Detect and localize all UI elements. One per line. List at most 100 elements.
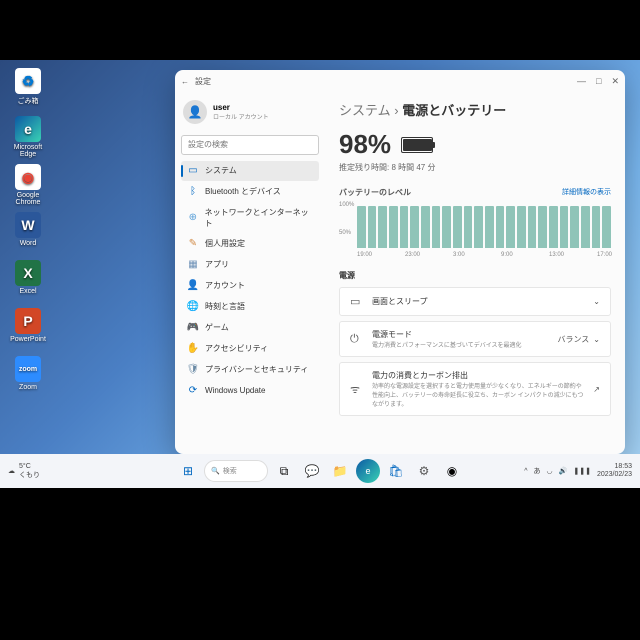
x-label: 9:00 [501, 252, 513, 258]
avatar-icon: 👤 [183, 100, 207, 124]
y-label-50: 50% [339, 230, 351, 236]
nav-label: アカウント [205, 280, 245, 291]
battery-percent: 98% [339, 129, 391, 160]
system-tray[interactable]: ^ あ ◡ 🔊 ❚❚❚ 18:53 2023/02/23 [524, 463, 632, 478]
nav-icon: ✎ [187, 238, 199, 250]
nav-item[interactable]: ✎個人用設定 [181, 234, 319, 254]
battery-estimate: 推定残り時間: 8 時間 47 分 [339, 162, 611, 173]
breadcrumb: システム › 電源とバッテリー [339, 100, 611, 119]
nav-icon: 👤 [187, 280, 199, 292]
y-label-100: 100% [339, 202, 354, 208]
user-type: ローカル アカウント [213, 112, 269, 121]
nav-item[interactable]: 🌐時刻と言語 [181, 297, 319, 317]
battery-status: 98% [339, 129, 611, 160]
desktop-icon[interactable]: WWord [8, 212, 48, 247]
nav-item[interactable]: ⊕ネットワークとインターネット [181, 203, 319, 233]
chart-bar [506, 206, 515, 248]
chrome-taskbar-icon[interactable]: ◉ [440, 459, 464, 483]
icon-label: Zoom [8, 384, 48, 391]
user-account[interactable]: 👤 user ローカル アカウント [181, 96, 319, 128]
nav-label: アプリ [205, 259, 229, 270]
chart-bar [517, 206, 526, 248]
chart-bar [378, 206, 387, 248]
window-title: 設定 [195, 76, 211, 87]
settings-card[interactable]: ▭画面とスリープ⌄ [339, 287, 611, 316]
taskbar-search[interactable]: 🔍検索 [204, 460, 268, 482]
nav-icon: 🛡 [187, 364, 199, 376]
card-title: 電源モード [372, 329, 549, 340]
nav-item[interactable]: ▭ システム [181, 161, 319, 181]
breadcrumb-parent[interactable]: システム [339, 103, 391, 118]
settings-card[interactable]: ⏻電源モード電力消費とパフォーマンスに基づいてデバイスを最適化バランス⌄ [339, 321, 611, 357]
weather-widget[interactable]: ☁ 5°C くもり [8, 463, 40, 480]
nav-icon: ⊕ [187, 212, 199, 224]
chart-bar [592, 206, 601, 248]
x-label: 19:00 [357, 252, 372, 258]
desktop-icon[interactable]: ◉Google Chrome [8, 164, 48, 206]
explorer-icon[interactable]: 📁 [328, 459, 352, 483]
minimize-button[interactable]: — [577, 76, 586, 87]
nav-item[interactable]: ⟳Windows Update [181, 381, 319, 401]
chart-bar [549, 206, 558, 248]
edge-icon[interactable]: e [356, 459, 380, 483]
icon-label: Microsoft Edge [8, 144, 48, 158]
chart-bar [442, 206, 451, 248]
wifi-icon[interactable]: ◡ [547, 467, 553, 475]
detail-link[interactable]: 詳細情報の表示 [562, 187, 611, 198]
taskbar: ☁ 5°C くもり ⊞ 🔍検索 ⧉ 💬 📁 e 🛍 ⚙ ◉ ^ あ ◡ 🔊 ❚❚… [0, 454, 640, 488]
chart-bar [496, 206, 505, 248]
nav-item[interactable]: 🎮ゲーム [181, 318, 319, 338]
close-button[interactable]: ✕ [611, 76, 619, 87]
volume-icon[interactable]: 🔊 [559, 467, 568, 475]
chat-icon[interactable]: 💬 [300, 459, 324, 483]
desktop-icon[interactable]: zoomZoom [8, 356, 48, 391]
desktop-icon[interactable]: ♻ごみ箱 [8, 68, 48, 106]
desktop-icon[interactable]: XExcel [8, 260, 48, 295]
tray-chevron-icon[interactable]: ^ [524, 468, 527, 475]
nav-icon: 🎮 [187, 322, 199, 334]
card-value: バランス [557, 334, 589, 345]
nav-item[interactable]: ᛒBluetooth とデバイス [181, 182, 319, 202]
maximize-button[interactable]: □ [596, 76, 601, 87]
chevron-icon: ⌄ [593, 297, 600, 306]
chart-bar [432, 206, 441, 248]
icon-label: Excel [8, 288, 48, 295]
chart-bar [389, 206, 398, 248]
clock[interactable]: 18:53 2023/02/23 [597, 463, 632, 478]
nav-item[interactable]: ✋アクセシビリティ [181, 339, 319, 359]
nav-item[interactable]: 👤 アカウント [181, 276, 319, 296]
desktop: ♻ごみ箱eMicrosoft Edge◉Google ChromeWWordXE… [0, 60, 640, 488]
input-icon[interactable]: あ [534, 466, 541, 476]
battery-chart: 100% 50% 19:0023:003:009:0013:0017:00 [339, 202, 611, 258]
x-label: 13:00 [549, 252, 564, 258]
power-header: 電源 [339, 270, 611, 281]
settings-card[interactable]: ᯤ電力の消費とカーボン排出効率的な電源設定を選択すると電力使用量が少なくなり、エ… [339, 362, 611, 416]
desktop-icon[interactable]: eMicrosoft Edge [8, 116, 48, 158]
chart-bar [453, 206, 462, 248]
icon-label: Google Chrome [8, 192, 48, 206]
nav-icon: ▦ [187, 259, 199, 271]
nav-icon: 🌐 [187, 301, 199, 313]
card-desc: 効率的な電源設定を選択すると電力使用量が少なくなり、エネルギーの節約や性能向上、… [372, 381, 585, 408]
nav-icon: ▭ [187, 165, 199, 177]
task-view-icon[interactable]: ⧉ [272, 459, 296, 483]
back-button[interactable]: ← [181, 77, 189, 86]
nav-icon: ⟳ [187, 385, 199, 397]
nav-label: システム [205, 165, 237, 176]
icon-label: ごみ箱 [8, 96, 48, 106]
settings-taskbar-icon[interactable]: ⚙ [412, 459, 436, 483]
nav-item[interactable]: ▦ アプリ [181, 255, 319, 275]
nav-item[interactable]: 🛡プライバシーとセキュリティ [181, 360, 319, 380]
store-icon[interactable]: 🛍 [384, 459, 408, 483]
chart-bar [581, 206, 590, 248]
chart-bar [485, 206, 494, 248]
desktop-icon[interactable]: PPowerPoint [8, 308, 48, 343]
chevron-icon: ↗ [593, 385, 600, 394]
search-input[interactable] [181, 135, 319, 155]
start-button[interactable]: ⊞ [176, 459, 200, 483]
nav-label: Bluetooth とデバイス [205, 186, 281, 197]
tray-battery-icon[interactable]: ❚❚❚ [573, 467, 591, 475]
chart-bar [357, 206, 366, 248]
chart-bar [368, 206, 377, 248]
chart-bar [602, 206, 611, 248]
